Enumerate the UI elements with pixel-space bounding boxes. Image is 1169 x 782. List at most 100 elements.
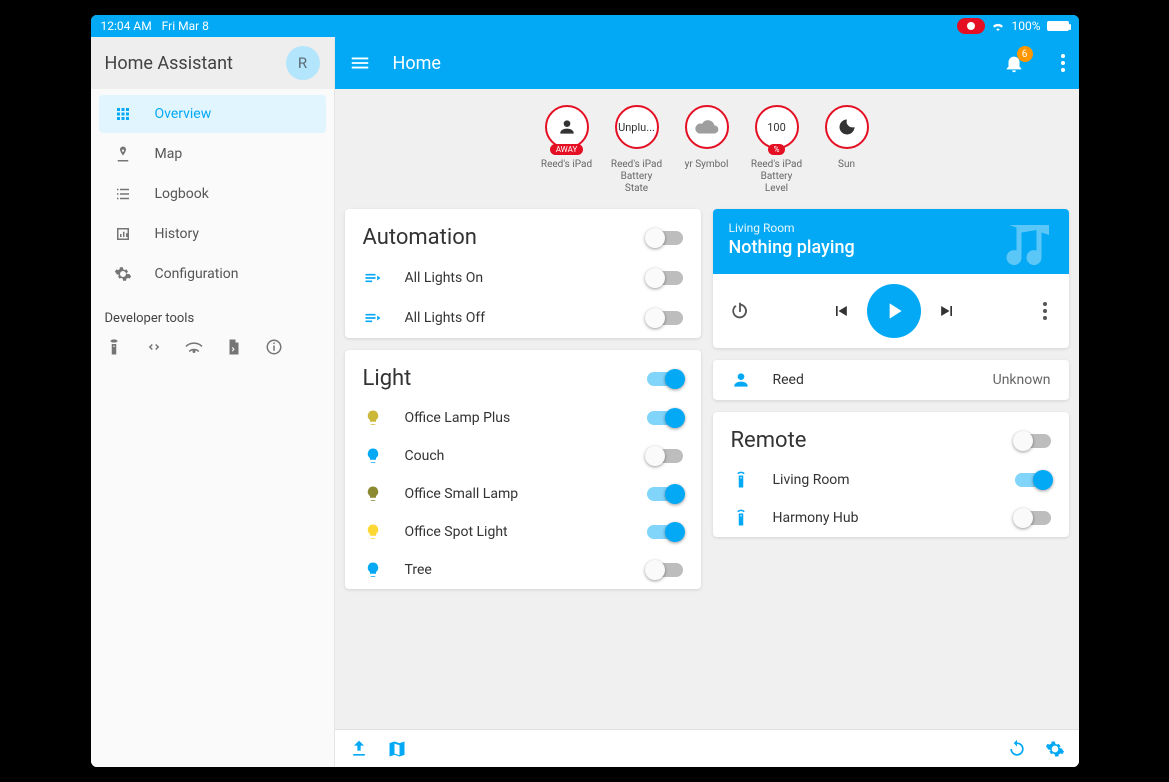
dev-tools-row [91, 332, 334, 362]
remote-card: Remote Living Room Harmony Hub [713, 412, 1069, 537]
badge-circle [825, 105, 869, 149]
dev-remote-icon[interactable] [105, 338, 123, 356]
sidebar-item-label: Map [155, 146, 183, 162]
media-prev-button[interactable] [825, 301, 857, 321]
automation-header-toggle[interactable] [647, 231, 683, 245]
light-row[interactable]: Office Spot Light [345, 513, 701, 551]
light-row[interactable]: Office Lamp Plus [345, 399, 701, 437]
light-row[interactable]: Office Small Lamp [345, 475, 701, 513]
row-label: Couch [405, 448, 625, 464]
bulb-icon [363, 523, 383, 541]
toggle[interactable] [647, 449, 683, 463]
person-card: Reed Unknown [713, 360, 1069, 400]
media-play-button[interactable] [867, 284, 921, 338]
flow-icon [363, 308, 383, 328]
badge-tag: % [768, 144, 786, 155]
remote-header-toggle[interactable] [1015, 434, 1051, 448]
light-card: Light Office Lamp Plus Couch Office Small … [345, 350, 701, 589]
toggle[interactable] [647, 271, 683, 285]
notifications-button[interactable]: 6 [1003, 52, 1025, 74]
app-title: Home Assistant [105, 53, 233, 74]
person-name: Reed [773, 372, 971, 388]
notif-badge: 6 [1017, 46, 1033, 62]
ios-status-bar: 12:04 AM Fri Mar 8 100% [91, 15, 1079, 37]
badge[interactable]: Unplu... Reed's iPad Battery State [609, 105, 665, 195]
remote-row[interactable]: Living Room [713, 461, 1069, 499]
automation-row[interactable]: All Lights On [345, 258, 701, 298]
automation-row[interactable]: All Lights Off [345, 298, 701, 338]
row-label: Tree [405, 562, 625, 578]
sidebar-header: Home Assistant R [91, 37, 334, 89]
badge-label: Reed's iPad Battery State [609, 159, 665, 195]
sidebar-item-logbook[interactable]: Logbook [99, 175, 326, 213]
toggle[interactable] [647, 411, 683, 425]
badge[interactable]: yr Symbol [679, 105, 735, 195]
recording-pill[interactable] [957, 18, 985, 34]
upload-icon[interactable] [349, 739, 369, 759]
battery-icon [1047, 21, 1069, 31]
dev-info-icon[interactable] [265, 338, 283, 356]
remote-title: Remote [731, 428, 807, 453]
badges-row: AWAY Reed's iPad Unplu... Reed's iPad Batte… [335, 99, 1079, 209]
content-scroll: AWAY Reed's iPad Unplu... Reed's iPad Batte… [335, 89, 1079, 729]
tablet-frame: 12:04 AM Fri Mar 8 100% Home Assistant R… [91, 15, 1079, 767]
person-icon [731, 370, 751, 390]
badge[interactable]: AWAY Reed's iPad [539, 105, 595, 195]
toggle[interactable] [647, 563, 683, 577]
toggle[interactable] [647, 525, 683, 539]
dev-tools-label: Developer tools [91, 301, 334, 332]
sidebar-item-label: History [155, 226, 200, 242]
sidebar-item-overview[interactable]: Overview [99, 95, 326, 133]
dev-file-icon[interactable] [225, 338, 243, 356]
bottom-bar [335, 729, 1079, 767]
badge-circle: Unplu... [615, 105, 659, 149]
media-room: Living Room [729, 221, 1053, 235]
sidebar-item-configuration[interactable]: Configuration [99, 255, 326, 293]
media-next-button[interactable] [931, 301, 963, 321]
list-icon [113, 185, 133, 203]
light-row[interactable]: Tree [345, 551, 701, 589]
row-label: Harmony Hub [773, 510, 993, 526]
toggle[interactable] [1015, 511, 1051, 525]
badge[interactable]: Sun [819, 105, 875, 195]
page-title: Home [393, 53, 441, 74]
person-state: Unknown [993, 372, 1051, 388]
row-label: Office Spot Light [405, 524, 625, 540]
dev-broadcast-icon[interactable] [185, 338, 203, 356]
row-label: All Lights On [405, 270, 625, 286]
badge-label: yr Symbol [685, 159, 729, 171]
badge-label: Reed's iPad [541, 159, 592, 171]
light-title: Light [363, 366, 412, 391]
row-label: Living Room [773, 472, 993, 488]
sidebar-item-label: Logbook [155, 186, 209, 202]
row-label: Office Lamp Plus [405, 410, 625, 426]
toggle[interactable] [1015, 473, 1051, 487]
toggle[interactable] [647, 311, 683, 325]
sidebar-nav: Overview Map Logbook History Configuration [91, 89, 334, 301]
map-pin-icon [113, 145, 133, 163]
sidebar-item-history[interactable]: History [99, 215, 326, 253]
dev-code-icon[interactable] [145, 338, 163, 356]
badge-label: Sun [838, 159, 855, 171]
sidebar-item-map[interactable]: Map [99, 135, 326, 173]
light-header-toggle[interactable] [647, 372, 683, 386]
media-power-button[interactable] [729, 300, 751, 322]
overflow-menu-icon[interactable] [1061, 54, 1065, 72]
sidebar: Home Assistant R Overview Map Logbook Histo… [91, 37, 335, 767]
automation-card: Automation All Lights OnAll Lights Off [345, 209, 701, 338]
remote-row[interactable]: Harmony Hub [713, 499, 1069, 537]
row-label: All Lights Off [405, 310, 625, 326]
hamburger-icon[interactable] [349, 52, 371, 74]
badge-tag: AWAY [550, 144, 584, 155]
settings-icon[interactable] [1045, 739, 1065, 759]
avatar[interactable]: R [286, 46, 320, 80]
map-icon[interactable] [387, 739, 407, 759]
refresh-icon[interactable] [1007, 739, 1027, 759]
badge[interactable]: 100%Reed's iPad Battery Level [749, 105, 805, 195]
status-date: Fri Mar 8 [162, 19, 209, 33]
chart-icon [113, 225, 133, 243]
toggle[interactable] [647, 487, 683, 501]
person-row[interactable]: Reed Unknown [713, 360, 1069, 400]
light-row[interactable]: Couch [345, 437, 701, 475]
media-overflow-icon[interactable] [1037, 302, 1053, 320]
